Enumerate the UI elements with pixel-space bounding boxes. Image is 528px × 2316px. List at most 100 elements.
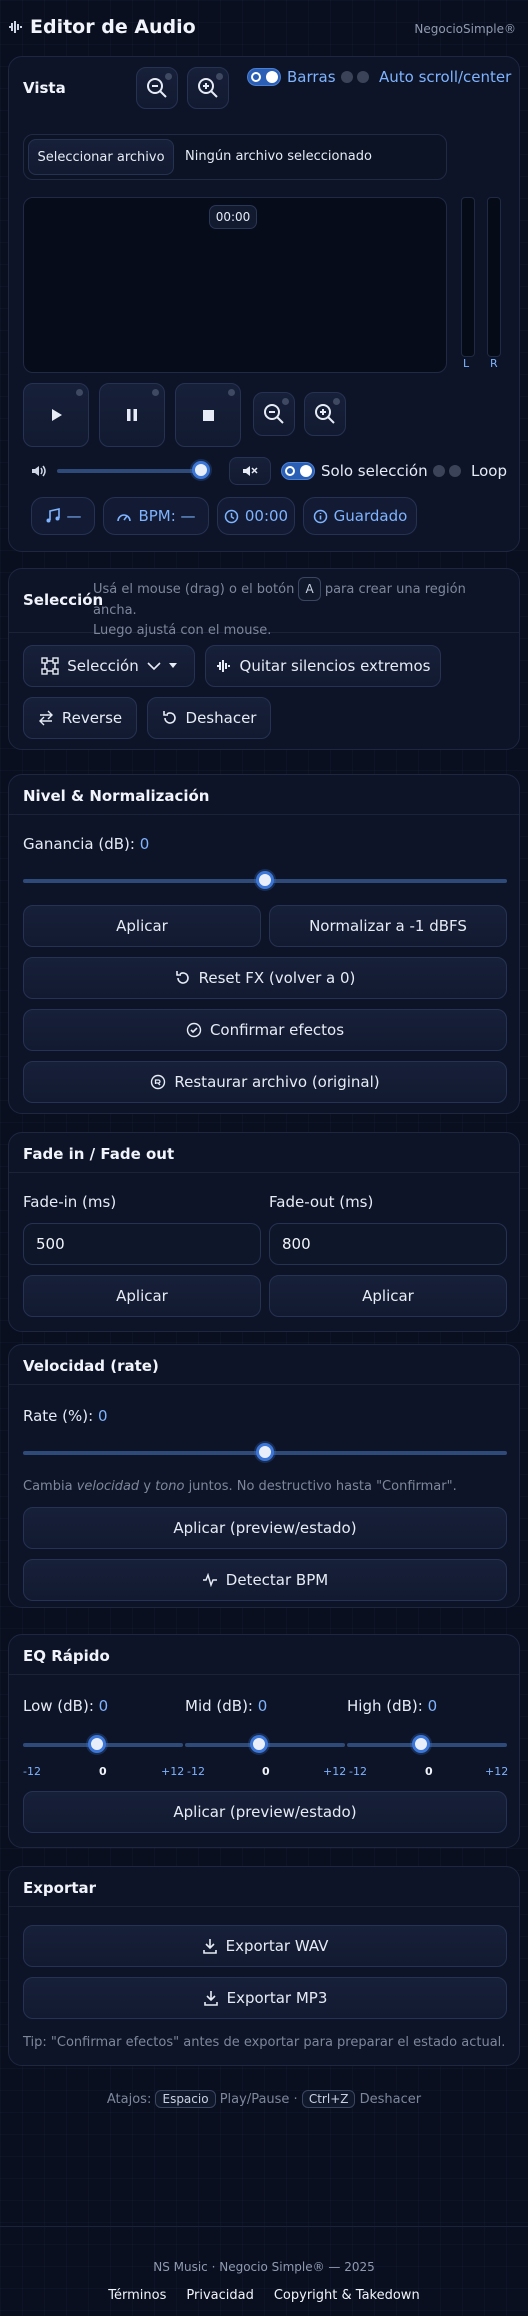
waveform-icon xyxy=(216,660,230,672)
rate-slider-knob[interactable] xyxy=(256,1443,274,1461)
loop-label: Loop xyxy=(471,462,507,480)
eq-title: EQ Rápido xyxy=(23,1647,110,1665)
bars-toggle[interactable] xyxy=(247,68,281,86)
apply-rate-button[interactable]: Aplicar (preview/estado) xyxy=(23,1507,507,1549)
info-icon xyxy=(313,509,327,523)
download-icon xyxy=(203,1991,218,2006)
remove-silences-button[interactable]: Quitar silencios extremos xyxy=(205,645,441,687)
bpm-chip-value: BPM: — xyxy=(138,507,196,525)
selection-box-icon xyxy=(41,657,59,675)
apply-gain-button[interactable]: Aplicar xyxy=(23,905,261,947)
note-chip: — xyxy=(31,497,95,535)
fadein-input[interactable]: 500 xyxy=(23,1223,261,1265)
stop-icon xyxy=(202,409,214,421)
eq-low-slider-knob[interactable] xyxy=(87,1735,106,1753)
swap-arrows-icon xyxy=(38,710,53,726)
loop-toggle[interactable] xyxy=(431,462,465,480)
autoscroll-toggle[interactable] xyxy=(339,68,373,86)
selection-mode-dropdown[interactable]: Selección xyxy=(23,645,195,687)
selection-mode-label: Selección xyxy=(67,657,139,675)
transport-zoom-out-button[interactable] xyxy=(253,392,295,436)
zoom-in-icon xyxy=(315,404,335,424)
brand-label: NegocioSimple® xyxy=(414,22,516,36)
normalize-button[interactable]: Normalizar a -1 dBFS xyxy=(269,905,507,947)
bars-toggle-label: Barras xyxy=(287,68,336,86)
fade-card: Fade in / Fade out Fade-in (ms) Fade-out… xyxy=(8,1132,520,1332)
volume-slider[interactable] xyxy=(57,469,207,473)
eq-high-slider-knob[interactable] xyxy=(411,1735,430,1753)
eq-low-tick-max: +12 xyxy=(161,1765,185,1778)
zoom-in-button[interactable] xyxy=(187,67,229,109)
stop-button[interactable] xyxy=(175,383,241,447)
play-button[interactable] xyxy=(23,383,89,447)
transport-zoom-in-button[interactable] xyxy=(304,392,346,436)
app-title: Editor de Audio xyxy=(8,16,196,38)
play-icon xyxy=(52,409,62,421)
volume-slider-knob[interactable] xyxy=(192,461,210,479)
rate-value: 0 xyxy=(97,1407,108,1425)
export-wav-button[interactable]: Exportar WAV xyxy=(23,1925,507,1967)
solo-selection-toggle[interactable] xyxy=(281,462,315,480)
apply-fadeout-button[interactable]: Aplicar xyxy=(269,1275,507,1317)
meter-right xyxy=(487,197,501,357)
eq-low-label: Low (dB): 0 xyxy=(23,1697,109,1715)
mute-icon xyxy=(243,466,258,476)
note-chip-value: — xyxy=(66,507,82,525)
fade-title: Fade in / Fade out xyxy=(23,1145,175,1163)
seleccion-title: Selección xyxy=(23,591,104,609)
time-chip: 00:00 xyxy=(217,497,295,535)
mute-button[interactable] xyxy=(229,457,271,485)
reset-fx-button[interactable]: Reset FX (volver a 0) xyxy=(23,957,507,999)
eq-high-tick-mid: 0 xyxy=(425,1765,433,1778)
reverse-button[interactable]: Reverse xyxy=(23,697,137,739)
eq-mid-label: Mid (dB): 0 xyxy=(185,1697,268,1715)
confirm-effects-button[interactable]: Confirmar efectos xyxy=(23,1009,507,1051)
footer-copyright: NS Music · Negocio Simple® — 2025 xyxy=(153,2260,375,2274)
eq-low-tick-mid: 0 xyxy=(99,1765,107,1778)
footer-link-copyright[interactable]: Copyright & Takedown xyxy=(274,2288,420,2303)
detect-bpm-button[interactable]: Detectar BPM xyxy=(23,1559,507,1601)
rate-card: Velocidad (rate) Rate (%): 0 Cambia velo… xyxy=(8,1344,520,1608)
vista-card: Vista Barras Auto scroll/center Seleccio… xyxy=(8,56,520,552)
apply-fadein-button[interactable]: Aplicar xyxy=(23,1275,261,1317)
solo-selection-label: Solo selección xyxy=(321,462,428,480)
clock-icon xyxy=(224,509,239,523)
gauge-icon xyxy=(117,514,132,522)
rate-title: Velocidad (rate) xyxy=(23,1357,159,1375)
restore-icon xyxy=(151,1074,166,1090)
eq-mid-slider-knob[interactable] xyxy=(249,1735,268,1753)
eq-high-tick-min: -12 xyxy=(349,1765,367,1778)
pulse-icon xyxy=(202,1573,217,1587)
restore-file-button[interactable]: Restaurar archivo (original) xyxy=(23,1061,507,1103)
export-tip: Tip: "Confirmar efectos" antes de export… xyxy=(23,2035,506,2050)
apply-eq-button[interactable]: Aplicar (preview/estado) xyxy=(23,1791,507,1833)
footer-link-privacy[interactable]: Privacidad xyxy=(186,2288,253,2303)
pause-icon xyxy=(127,409,137,421)
pause-button[interactable] xyxy=(99,383,165,447)
vista-title: Vista xyxy=(23,79,66,97)
undo-icon xyxy=(175,971,189,984)
select-file-button[interactable]: Seleccionar archivo xyxy=(28,139,174,175)
download-icon xyxy=(202,1939,217,1954)
zoom-out-button[interactable] xyxy=(136,67,178,109)
app-title-text: Editor de Audio xyxy=(30,16,196,38)
key-space: Espacio xyxy=(155,2090,216,2108)
export-card: Exportar Exportar WAV Exportar MP3 Tip: … xyxy=(8,1866,520,2066)
eq-low-tick-min: -12 xyxy=(23,1765,41,1778)
gain-slider-knob[interactable] xyxy=(256,871,274,889)
fadeout-input[interactable]: 800 xyxy=(269,1223,507,1265)
nivel-title: Nivel & Normalización xyxy=(23,787,210,805)
shortcuts-bar: Atajos: Espacio Play/Pause · Ctrl+Z Desh… xyxy=(106,2090,422,2108)
eq-high-tick-max: +12 xyxy=(485,1765,509,1778)
time-chip-value: 00:00 xyxy=(244,507,289,525)
fadein-label: Fade-in (ms) xyxy=(23,1193,117,1211)
key-a: A xyxy=(298,577,321,601)
export-mp3-button[interactable]: Exportar MP3 xyxy=(23,1977,507,2019)
undo-button[interactable]: Deshacer xyxy=(147,697,271,739)
footer-link-terms[interactable]: Términos xyxy=(108,2288,166,2303)
eq-mid-tick-min: -12 xyxy=(187,1765,205,1778)
status-chip: Guardado xyxy=(303,497,417,535)
status-chip-value: Guardado xyxy=(333,507,408,525)
autoscroll-toggle-label: Auto scroll/center xyxy=(379,68,512,86)
file-status: Ningún archivo seleccionado xyxy=(185,149,372,164)
